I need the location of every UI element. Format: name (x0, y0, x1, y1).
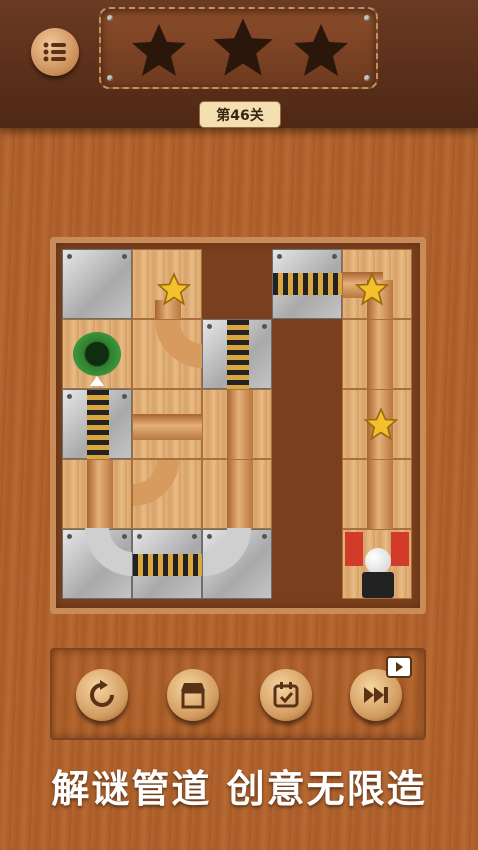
vertical-pipe-tile[interactable] (342, 459, 412, 530)
start-tile (62, 319, 132, 389)
empty-star-icon (294, 24, 348, 76)
fixed-curve-pipe (62, 528, 133, 599)
vertical-pipe-tile[interactable] (342, 319, 412, 390)
vertical-pipe-tile[interactable] (202, 459, 272, 530)
menu-button[interactable] (31, 28, 79, 76)
fixed-metal-block (62, 249, 132, 319)
shop-icon (181, 683, 205, 709)
white-ball-goal (365, 548, 391, 574)
curve-pipe-tile[interactable] (132, 319, 203, 389)
stars-panel (99, 7, 378, 89)
calendar-check-icon (273, 682, 299, 708)
skip-level-icon (364, 687, 388, 703)
collectible-star-icon (364, 407, 398, 441)
curve-pipe-tile[interactable] (132, 459, 202, 529)
fixed-horizontal-pipe (272, 249, 343, 319)
screw (107, 15, 113, 21)
collectible-star-icon (157, 272, 191, 306)
fixed-vertical-pipe (62, 389, 132, 460)
empty-star-icon (132, 24, 186, 76)
promo-tagline: 解谜管道 创意无限造 (51, 767, 427, 811)
daily-calendar-button[interactable] (260, 669, 312, 721)
screw (364, 75, 370, 81)
restart-icon (90, 680, 114, 707)
video-ad-icon (386, 656, 412, 678)
ball-base (362, 572, 394, 598)
green-hole-start (73, 332, 121, 376)
horizontal-pipe-tile[interactable] (132, 389, 203, 459)
fixed-curve-pipe (202, 528, 272, 599)
empty-star-icon (213, 18, 273, 76)
screw (364, 15, 370, 21)
shop-button[interactable] (167, 669, 219, 721)
vertical-pipe-tile[interactable] (202, 389, 272, 460)
list-icon (43, 42, 66, 62)
up-arrow-icon (90, 376, 104, 386)
fixed-vertical-pipe (202, 319, 272, 390)
screw (107, 75, 113, 81)
restart-button[interactable] (76, 669, 128, 721)
red-flag-right (391, 532, 409, 566)
goal-tile (342, 529, 412, 599)
red-flag-left (345, 532, 363, 566)
level-label: 第46关 (199, 101, 281, 128)
puzzle-board (50, 237, 426, 614)
vertical-pipe-tile[interactable] (62, 459, 132, 530)
collectible-star-icon (355, 272, 389, 306)
fixed-horizontal-pipe (132, 529, 203, 599)
